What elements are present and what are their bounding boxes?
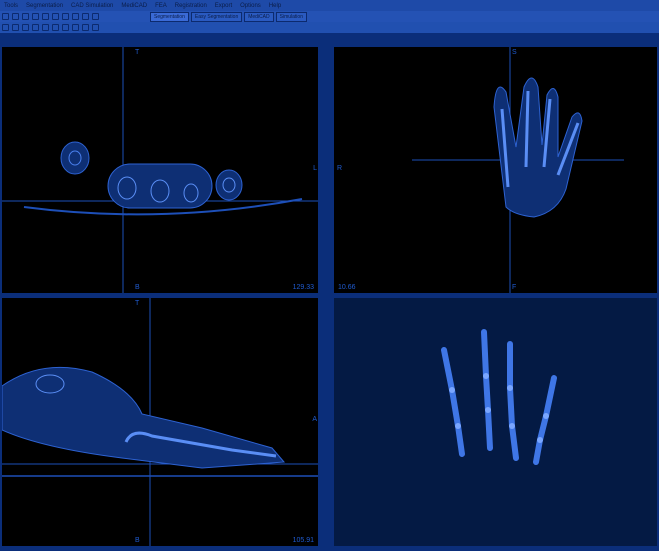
redo-icon[interactable]	[32, 13, 39, 20]
coronal-coordinate: 10.66	[338, 284, 356, 291]
main-toolbar: Segmentation Easy Segmentation MediCAD S…	[0, 11, 659, 22]
sagittal-top-label: T	[135, 300, 140, 307]
threshold-icon[interactable]	[42, 24, 49, 31]
brush-icon[interactable]	[2, 24, 9, 31]
sagittal-coordinate: 105.91	[292, 537, 314, 544]
save-icon[interactable]	[12, 13, 19, 20]
region-grow-icon[interactable]	[52, 24, 59, 31]
coronal-top-label: S	[512, 49, 517, 56]
menu-fea[interactable]: FEA	[155, 3, 167, 9]
axial-coordinate: 129.33	[292, 284, 314, 291]
sagittal-slice-image	[2, 298, 318, 546]
coronal-left-label: R	[337, 165, 343, 172]
coronal-view[interactable]: R S F 10.66	[334, 47, 657, 293]
tab-bar: Segmentation Easy Segmentation MediCAD S…	[150, 11, 307, 22]
tab-segmentation[interactable]: Segmentation	[150, 11, 189, 22]
sagittal-right-label: A	[312, 416, 317, 423]
fill-icon[interactable]	[32, 24, 39, 31]
undo-icon[interactable]	[22, 13, 29, 20]
coronal-slice-image	[412, 47, 624, 293]
menu-tools[interactable]: Tools	[4, 3, 18, 9]
pan-icon[interactable]	[52, 13, 59, 20]
pencil-icon[interactable]	[12, 24, 19, 31]
mask-icon[interactable]	[72, 24, 79, 31]
axial-right-label: L	[313, 165, 317, 172]
contrast-icon[interactable]	[82, 13, 89, 20]
zoom-icon[interactable]	[62, 13, 69, 20]
3d-render-view[interactable]	[334, 298, 657, 546]
pointer-icon[interactable]	[42, 13, 49, 20]
menu-registration[interactable]: Registration	[175, 3, 207, 9]
eraser-icon[interactable]	[22, 24, 29, 31]
crop-icon[interactable]	[62, 24, 69, 31]
axial-slice-image	[2, 47, 318, 293]
tab-easy-segmentation[interactable]: Easy Segmentation	[190, 11, 243, 22]
menu-medicad[interactable]: MediCAD	[121, 3, 147, 9]
settings-icon[interactable]	[92, 24, 99, 31]
axial-bottom-label: B	[135, 284, 140, 291]
tab-medicad[interactable]: MediCAD	[244, 11, 274, 22]
menu-bar: Tools Segmentation CAD Simulation MediCA…	[0, 0, 659, 11]
menu-cad-simulation[interactable]: CAD Simulation	[71, 3, 113, 9]
tab-simulation[interactable]: Simulation	[275, 11, 307, 22]
axial-top-label: T	[135, 49, 140, 56]
app-window: Tools Segmentation CAD Simulation MediCA…	[0, 0, 659, 551]
menu-export[interactable]: Export	[215, 3, 232, 9]
layout-icon[interactable]	[92, 13, 99, 20]
sagittal-view[interactable]: T A B 105.91	[2, 298, 318, 546]
3d-bone-model	[441, 329, 557, 465]
open-icon[interactable]	[2, 13, 9, 20]
measure-icon[interactable]	[72, 13, 79, 20]
menu-help[interactable]: Help	[269, 3, 281, 9]
sagittal-bottom-label: B	[135, 537, 140, 544]
menu-options[interactable]: Options	[240, 3, 261, 9]
coronal-bottom-label: F	[512, 284, 517, 291]
menu-segmentation[interactable]: Segmentation	[26, 3, 63, 9]
lock-icon[interactable]	[82, 24, 89, 31]
axial-view[interactable]: T L B 129.33	[2, 47, 318, 293]
segmentation-toolbar	[0, 22, 659, 33]
